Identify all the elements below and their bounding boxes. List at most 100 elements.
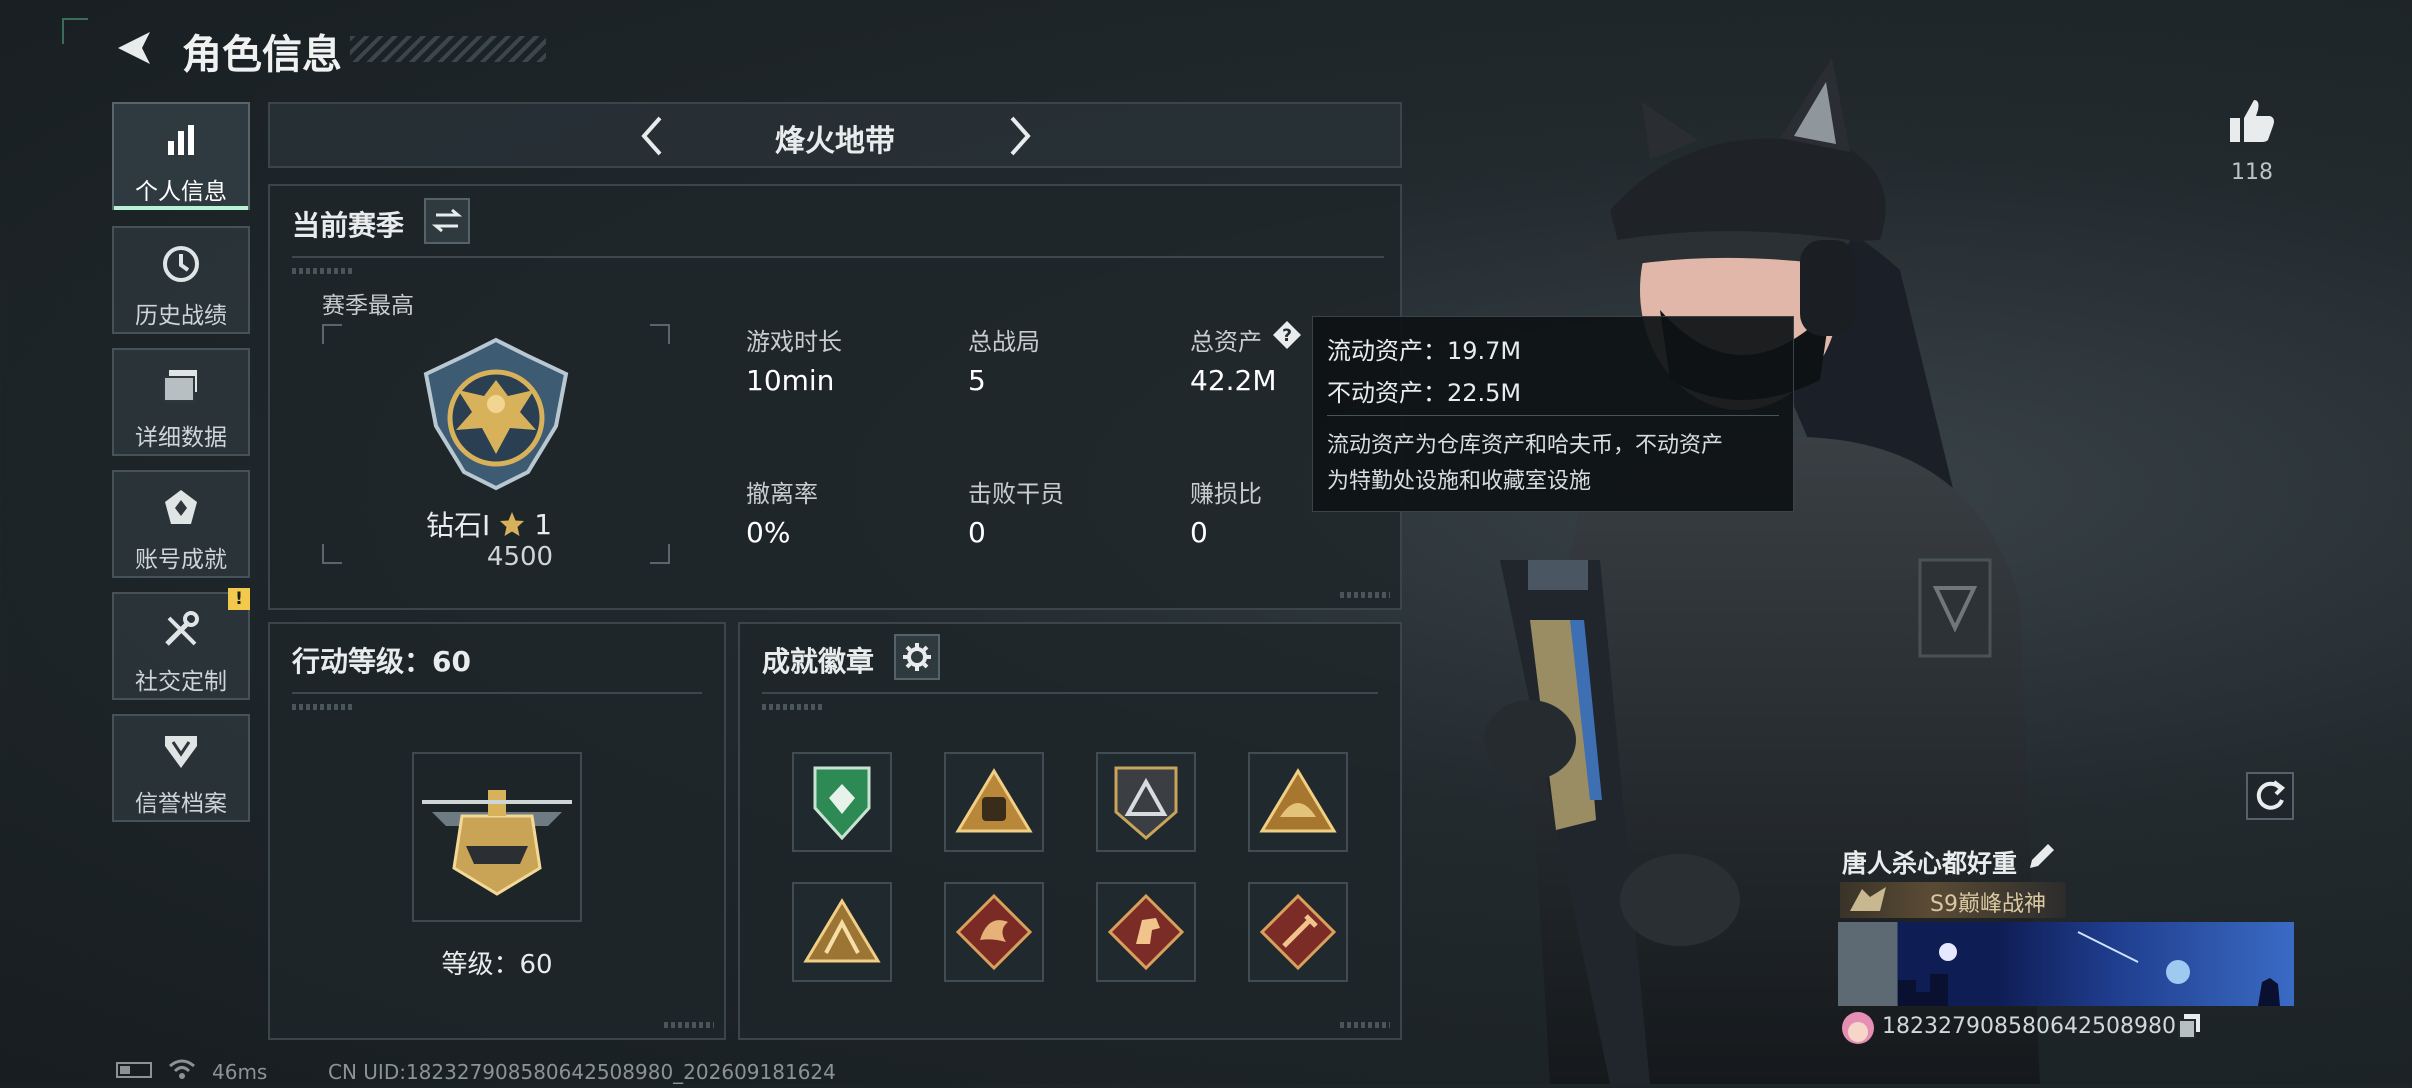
gear-icon <box>903 643 931 671</box>
wifi-icon <box>168 1058 196 1080</box>
back-button[interactable] <box>112 26 156 70</box>
stat-label: 撤离率 <box>746 480 818 508</box>
chevron-right-icon <box>1010 116 1031 156</box>
tent-badge-icon <box>803 898 881 963</box>
title-badge-text: S9巅峰战神 <box>1930 892 2046 917</box>
tooltip-description: 为特勤处设施和收藏室设施 <box>1327 469 1592 494</box>
badge-slot[interactable] <box>792 752 892 852</box>
badge-slot[interactable] <box>1248 882 1348 982</box>
ping-text: 46ms <box>212 1060 268 1084</box>
stat-value: 5 <box>968 364 986 397</box>
rank-stars: 1 <box>534 507 553 541</box>
season-title: 当前赛季 <box>292 209 405 242</box>
stat-label: 击败干员 <box>968 480 1064 508</box>
player-avatar <box>1838 1006 1878 1056</box>
badge-slot[interactable] <box>1096 882 1196 982</box>
frame-corner <box>650 324 670 344</box>
player-uid: 18232790858064250898​0 <box>1882 1014 2176 1039</box>
copy-icon <box>2178 1014 2200 1039</box>
bar-chart-icon <box>168 125 194 155</box>
corner-decoration <box>62 18 88 44</box>
stat-value: 10min <box>746 364 835 397</box>
nav-label: 历史战绩 <box>135 303 227 329</box>
sword-badge-icon <box>1259 893 1337 971</box>
divider <box>292 256 1384 258</box>
rotate-view-button[interactable] <box>2246 772 2294 820</box>
nav-label: 个人信息 <box>135 179 227 205</box>
dragon-badge-icon <box>955 893 1033 971</box>
nav-credit-profile[interactable]: 信誉档案 <box>112 714 250 822</box>
title-stripes <box>350 36 546 62</box>
decor-dash <box>292 704 352 710</box>
frame-corner <box>322 324 342 344</box>
stat-value: 0 <box>968 516 986 549</box>
credit-icon <box>165 736 197 768</box>
pencil-icon <box>2030 844 2054 868</box>
level-text: 等级：60 <box>441 950 553 980</box>
assets-tooltip: 流动资产：19.7M 不动资产：22.5M 流动资产为仓库资产和哈夫币，不动资产… <box>1312 316 1794 512</box>
diamond-rank-emblem-icon <box>423 337 569 491</box>
stat-label: 赚损比 <box>1190 480 1262 508</box>
title-badge: S9巅峰战神 <box>1840 882 2066 918</box>
nav-label: 账号成就 <box>135 547 227 573</box>
shield-badge-icon <box>813 766 871 841</box>
tooltip-fixed-assets: 不动资产：22.5M <box>1327 379 1522 407</box>
clock-icon <box>163 246 199 282</box>
badge-slot[interactable] <box>944 882 1044 982</box>
profile-banner <box>1838 922 2294 1006</box>
divider <box>762 692 1378 694</box>
badge-slot[interactable] <box>1248 752 1348 852</box>
battery-icon <box>116 1062 152 1078</box>
back-arrow-icon <box>118 32 150 64</box>
rank-name: 钻石Ⅰ <box>426 509 491 542</box>
bag-badge-icon <box>955 768 1033 833</box>
star-icon <box>500 512 525 536</box>
next-mode-button[interactable] <box>994 112 1042 160</box>
level-emblem-frame <box>412 752 582 922</box>
folder-icon <box>163 370 197 402</box>
rank-emblem <box>416 334 576 494</box>
mode-title: 烽火地带 <box>775 124 895 159</box>
refresh-icon <box>2256 780 2286 810</box>
stat-value: 0 <box>1190 516 1208 549</box>
horse-badge-icon <box>1107 893 1185 971</box>
action-level-panel: 行动等级：60 等级：60 <box>268 622 726 1040</box>
edit-name-button[interactable] <box>2024 840 2058 874</box>
badge-slot[interactable] <box>792 882 892 982</box>
triangle-badge-icon <box>1114 766 1178 840</box>
divider <box>292 692 702 694</box>
season-switch-button[interactable] <box>424 198 470 244</box>
helmet-badge-icon <box>1259 768 1337 833</box>
assets-help-button[interactable]: ? <box>1272 320 1302 350</box>
nav-history[interactable]: 历史战绩 <box>112 226 250 334</box>
like-count: 118 <box>2231 160 2273 185</box>
nav-label: 详细数据 <box>135 425 227 451</box>
svg-text:?: ? <box>1282 326 1292 346</box>
badge-slot[interactable] <box>944 752 1044 852</box>
night-sky-banner-image <box>1898 931 2280 1006</box>
season-panel: 当前赛季 赛季最高 钻石Ⅰ 1 4500 游戏时长 10min 总战局 5 总资… <box>268 184 1402 610</box>
decor-dash <box>664 1022 714 1028</box>
rank-name-row: 钻石Ⅰ 1 <box>426 504 606 544</box>
avatar-icon <box>1842 1012 1874 1044</box>
decor-dash <box>292 268 352 274</box>
swap-icon <box>431 208 463 233</box>
profile-card: 唐人杀心都好重 S9巅峰战神 18232790858064250898​0 <box>1838 840 2294 1064</box>
nav-personal-info[interactable]: 个人信息 <box>112 102 250 210</box>
alert-badge: ! <box>228 588 250 610</box>
copy-uid-button[interactable] <box>2176 1012 2204 1040</box>
thumbs-up-icon <box>2230 100 2274 142</box>
frame-corner <box>322 544 342 564</box>
achievement-icon <box>165 490 197 524</box>
like-button[interactable] <box>2226 96 2278 148</box>
helicopter-level-emblem-icon <box>422 790 572 896</box>
badge-settings-button[interactable] <box>894 634 940 680</box>
badge-slot[interactable] <box>1096 752 1196 852</box>
achievement-badges-panel: 成就徽章 <box>738 622 1402 1040</box>
tools-icon <box>165 611 199 646</box>
nav-detail-data[interactable]: 详细数据 <box>112 348 250 456</box>
season-best-label: 赛季最高 <box>322 293 414 319</box>
frame-corner <box>650 544 670 564</box>
nav-achievements[interactable]: 账号成就 <box>112 470 250 578</box>
stat-label: 游戏时长 <box>746 328 842 356</box>
